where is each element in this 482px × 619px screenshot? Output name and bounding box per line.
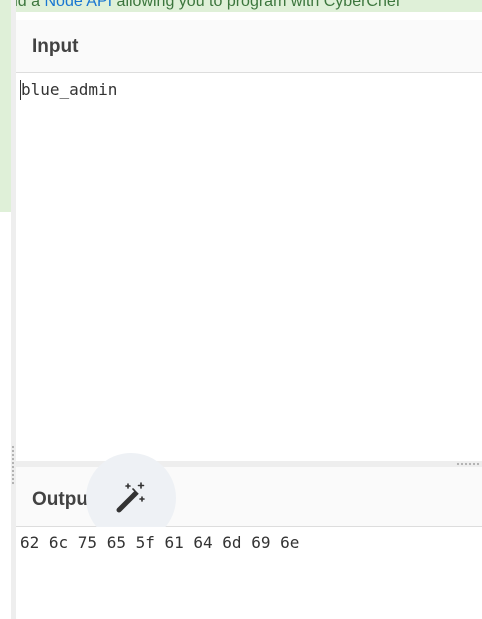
input-text-value[interactable]: blue_admin bbox=[20, 80, 117, 100]
horizontal-resizer-grip-icon[interactable] bbox=[456, 462, 480, 466]
magic-wand-icon bbox=[116, 482, 145, 513]
input-header: Input bbox=[16, 20, 482, 73]
output-area[interactable]: 62 6c 75 65 5f 61 64 6d 69 6e bbox=[16, 527, 482, 619]
notice-banner: and a Node API allowing you to program w… bbox=[0, 0, 482, 12]
node-api-link[interactable]: Node API bbox=[44, 0, 112, 10]
cyberchef-io-panel: and a Node API allowing you to program w… bbox=[0, 0, 482, 619]
output-header: Output bbox=[16, 453, 482, 543]
notice-text-suffix: allowing you to program with CyberChef bbox=[112, 0, 401, 10]
left-notice-panel bbox=[0, 0, 11, 212]
output-text-value[interactable]: 62 6c 75 65 5f 61 64 6d 69 6e bbox=[20, 533, 299, 553]
input-title: Input bbox=[32, 36, 79, 57]
input-textarea[interactable]: blue_admin bbox=[16, 73, 482, 461]
vertical-resizer-grip-icon[interactable] bbox=[12, 445, 14, 485]
output-title: Output bbox=[32, 489, 95, 510]
